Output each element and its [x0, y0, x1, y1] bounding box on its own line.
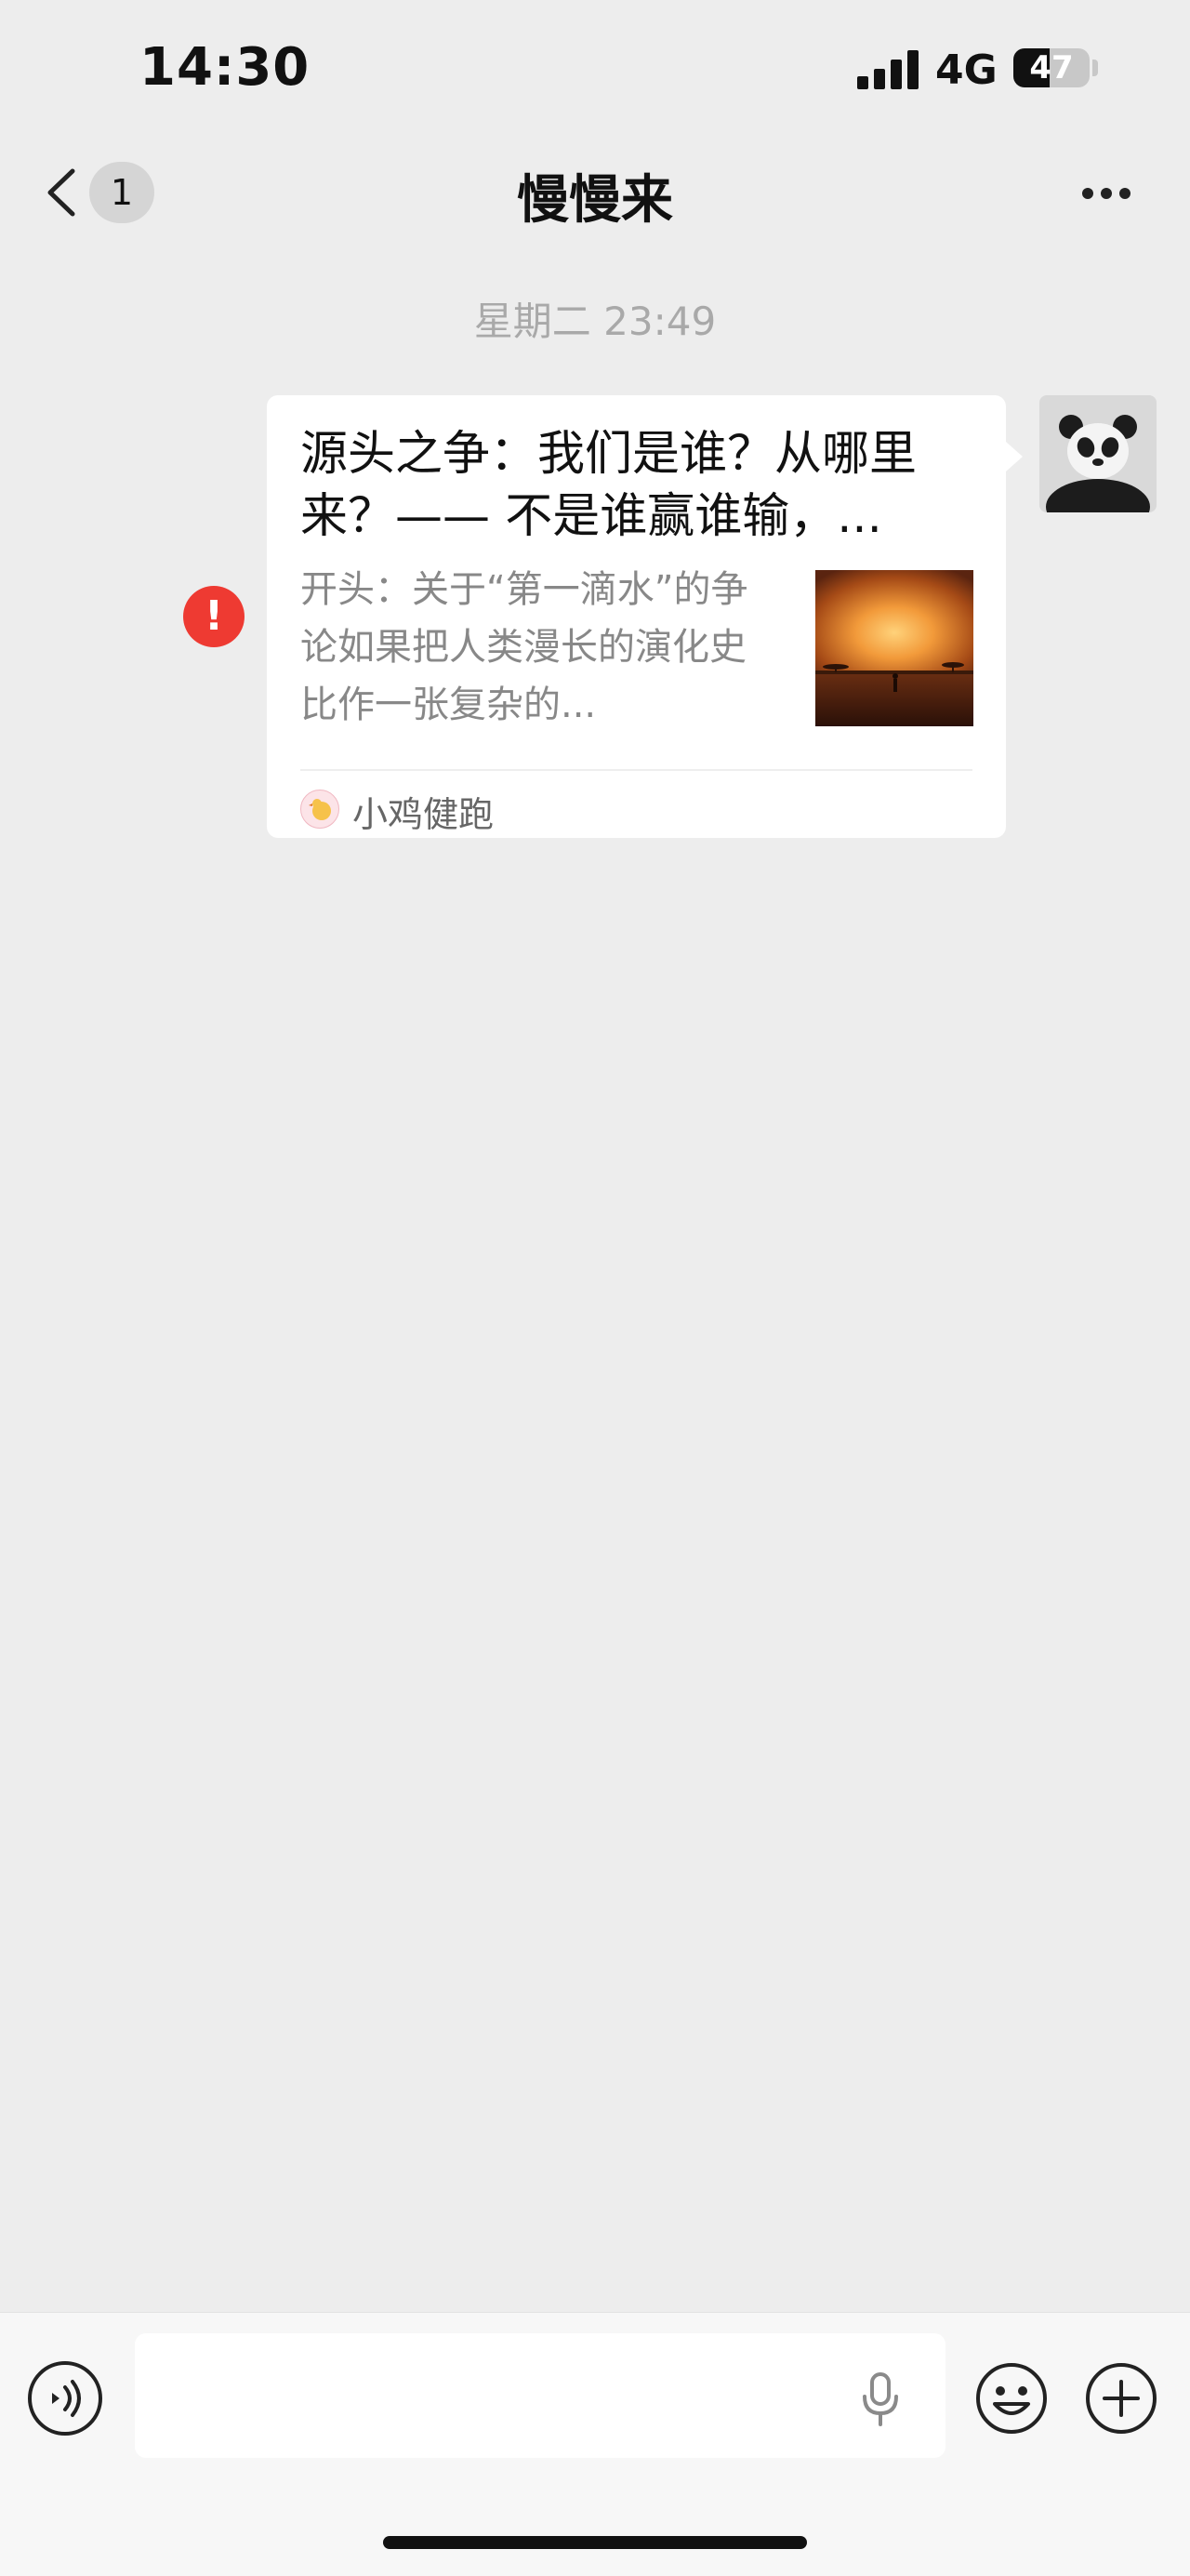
- article-title: 源头之争：我们是谁？从哪里来？—— 不是谁赢谁输，...: [300, 427, 918, 544]
- battery-icon: 47: [1013, 48, 1090, 87]
- status-bar: 14:30 4G 47: [0, 0, 1190, 139]
- network-type: 4G: [935, 46, 998, 94]
- microphone-button[interactable]: [860, 2370, 901, 2428]
- emoji-icon: [976, 2363, 1047, 2434]
- sender-avatar[interactable]: [1039, 395, 1157, 512]
- home-indicator: [383, 2536, 807, 2549]
- chat-title: 慢慢来: [517, 170, 673, 231]
- send-failed-icon[interactable]: !: [183, 586, 245, 647]
- message-timestamp: 星期二 23:49: [473, 299, 717, 344]
- chat-header: 1 慢慢来: [0, 139, 1190, 246]
- plus-icon: [1086, 2363, 1157, 2434]
- emoji-button[interactable]: [974, 2361, 1049, 2436]
- more-functions-button[interactable]: [1084, 2361, 1158, 2436]
- more-options-button[interactable]: [1078, 180, 1134, 206]
- battery-percent: 47: [1029, 49, 1074, 86]
- source-avatar-icon: [300, 790, 339, 829]
- article-thumbnail: [815, 570, 973, 726]
- article-description: 开头：关于“第一滴水”的争论如果把人类漫长的演化史比作一张复杂的...: [300, 568, 748, 726]
- signal-strength-icon: [857, 48, 920, 89]
- more-dots-icon: [1082, 188, 1093, 199]
- article-card-message[interactable]: 源头之争：我们是谁？从哪里来？—— 不是谁赢谁输，... 开头：关于“第一滴水”…: [267, 395, 1023, 838]
- battery-cap: [1092, 60, 1098, 76]
- microphone-icon: [863, 2372, 898, 2426]
- status-time: 14:30: [139, 37, 311, 98]
- voice-input-icon: [52, 2380, 81, 2417]
- card-divider: [300, 769, 972, 771]
- message-input[interactable]: [135, 2333, 945, 2458]
- source-name: 小鸡健跑: [352, 794, 495, 835]
- voice-mode-button[interactable]: [28, 2361, 102, 2436]
